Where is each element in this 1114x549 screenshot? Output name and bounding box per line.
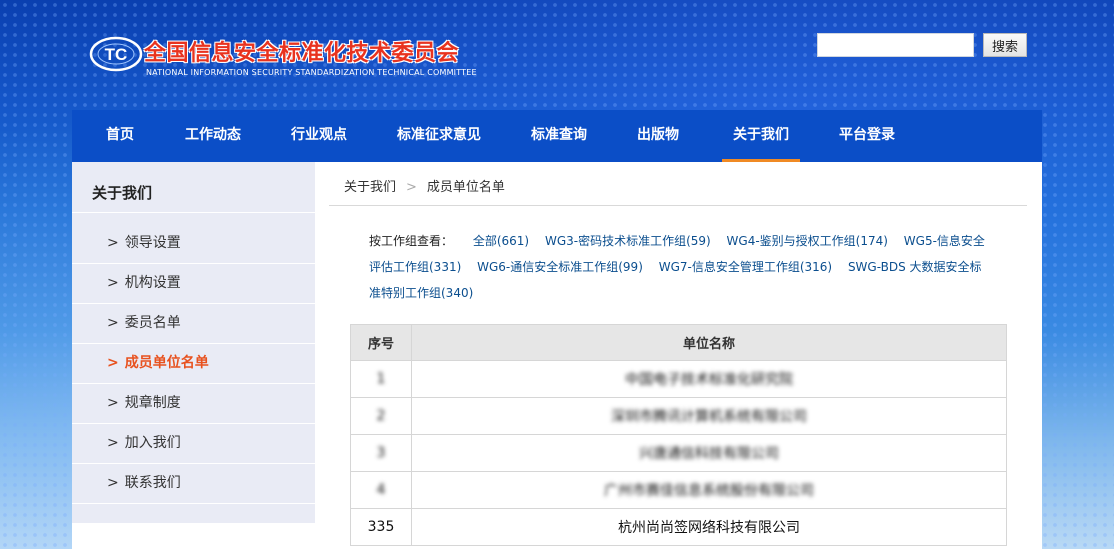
main-area: 关于我们 > 成员单位名单 按工作组查看： 全部(661) WG3-密码技术标准工作… <box>329 162 1027 549</box>
nav-item-industry-views[interactable]: 行业观点 <box>284 110 354 162</box>
tc-logo-icon: TC <box>89 36 143 72</box>
nav-item-home[interactable]: 首页 <box>98 110 142 162</box>
main-nav: 首页 工作动态 行业观点 标准征求意见 标准查询 出版物 关于我们 平台登录 <box>72 110 1042 162</box>
site-logo[interactable]: TC 全国信息安全标准化技术委员会 NATIONAL INFORMATION S… <box>88 33 488 83</box>
filter-link-wg7[interactable]: WG7-信息安全管理工作组(316) <box>659 260 832 274</box>
filter-label: 按工作组查看： <box>369 234 454 248</box>
chevron-right-icon: > <box>107 435 119 451</box>
cell-no: 4 <box>350 471 412 509</box>
sidebar-item-leadership[interactable]: > 领导设置 <box>72 224 315 264</box>
chevron-right-icon: > <box>107 275 119 291</box>
chevron-right-icon: > <box>107 395 119 411</box>
nav-item-about-us[interactable]: 关于我们 <box>722 110 800 162</box>
cell-name: 深圳市腾讯计算机系统有限公司 <box>411 397 1007 435</box>
cell-name: 中国电子技术标准化研究院 <box>411 360 1007 398</box>
cell-no: 2 <box>350 397 412 435</box>
sidebar-item-label: 委员名单 <box>124 315 181 331</box>
sidebar-item-label: 机构设置 <box>124 275 181 291</box>
search-input[interactable] <box>817 33 974 57</box>
cell-name: 兴唐通信科技有限公司 <box>411 434 1007 472</box>
chevron-right-icon: > <box>107 355 119 371</box>
sidebar: 关于我们 > 领导设置 > 机构设置 > 委员名单 > 成员单位名单 > 规章制度 > 加入… <box>72 162 315 523</box>
sidebar-item-contact-us[interactable]: > 联系我们 <box>72 464 315 504</box>
column-header-name: 单位名称 <box>411 324 1007 361</box>
cell-name: 广州市赛佳信息系统股份有限公司 <box>411 471 1007 509</box>
sidebar-item-organization[interactable]: > 机构设置 <box>72 264 315 304</box>
table-row: 4 广州市赛佳信息系统股份有限公司 <box>350 471 1007 509</box>
sidebar-item-label: 加入我们 <box>124 435 181 451</box>
sidebar-item-committee-members[interactable]: > 委员名单 <box>72 304 315 344</box>
member-units-table: 序号 单位名称 1 中国电子技术标准化研究院 2 深圳市腾讯计算机系统有限公司 … <box>350 324 1007 546</box>
sidebar-item-regulations[interactable]: > 规章制度 <box>72 384 315 424</box>
cell-no: 1 <box>350 360 412 398</box>
sidebar-item-label: 规章制度 <box>124 395 181 411</box>
sidebar-item-label: 成员单位名单 <box>124 355 209 371</box>
nav-item-publications[interactable]: 出版物 <box>630 110 686 162</box>
breadcrumb-current: 成员单位名单 <box>426 180 505 195</box>
sidebar-item-label: 联系我们 <box>124 475 181 491</box>
site-title: 全国信息安全标准化技术委员会 <box>144 41 460 66</box>
table-row: 1 中国电子技术标准化研究院 <box>350 360 1007 398</box>
nav-item-standard-comments[interactable]: 标准征求意见 <box>390 110 488 162</box>
breadcrumb-parent[interactable]: 关于我们 <box>344 180 396 195</box>
table-row: 335 杭州尚尚签网络科技有限公司 <box>350 508 1007 546</box>
search-button[interactable]: 搜索 <box>983 33 1027 57</box>
breadcrumb: 关于我们 > 成员单位名单 <box>329 176 1027 206</box>
site-subtitle: NATIONAL INFORMATION SECURITY STANDARDIZ… <box>146 68 477 77</box>
filter-link-wg3[interactable]: WG3-密码技术标准工作组(59) <box>545 234 711 248</box>
chevron-right-icon: > <box>107 315 119 331</box>
nav-item-standard-search[interactable]: 标准查询 <box>524 110 594 162</box>
cell-no: 335 <box>350 508 412 546</box>
filter-link-wg4[interactable]: WG4-鉴别与授权工作组(174) <box>727 234 888 248</box>
table-row: 2 深圳市腾讯计算机系统有限公司 <box>350 397 1007 435</box>
sidebar-list: > 领导设置 > 机构设置 > 委员名单 > 成员单位名单 > 规章制度 > 加入我们 > 联… <box>72 224 315 504</box>
logo-mark-text: TC <box>105 45 128 64</box>
sidebar-title: 关于我们 <box>72 162 315 213</box>
cell-no: 3 <box>350 434 412 472</box>
table-header-row: 序号 单位名称 <box>350 324 1007 361</box>
content-panel: 关于我们 > 领导设置 > 机构设置 > 委员名单 > 成员单位名单 > 规章制度 > 加入… <box>72 162 1042 549</box>
cell-name: 杭州尚尚签网络科技有限公司 <box>411 508 1007 546</box>
working-group-filter: 按工作组查看： 全部(661) WG3-密码技术标准工作组(59) WG4-鉴别… <box>369 228 989 306</box>
column-header-no: 序号 <box>350 324 412 361</box>
sidebar-item-join-us[interactable]: > 加入我们 <box>72 424 315 464</box>
chevron-right-icon: > <box>107 235 119 251</box>
sidebar-item-label: 领导设置 <box>124 235 181 251</box>
nav-item-work-news[interactable]: 工作动态 <box>178 110 248 162</box>
nav-item-platform-login[interactable]: 平台登录 <box>832 110 902 162</box>
breadcrumb-separator: > <box>406 180 417 195</box>
chevron-right-icon: > <box>107 475 119 491</box>
filter-link-all[interactable]: 全部(661) <box>473 234 529 248</box>
sidebar-item-member-units[interactable]: > 成员单位名单 <box>72 344 315 384</box>
filter-link-wg6[interactable]: WG6-通信安全标准工作组(99) <box>477 260 643 274</box>
table-row: 3 兴唐通信科技有限公司 <box>350 434 1007 472</box>
